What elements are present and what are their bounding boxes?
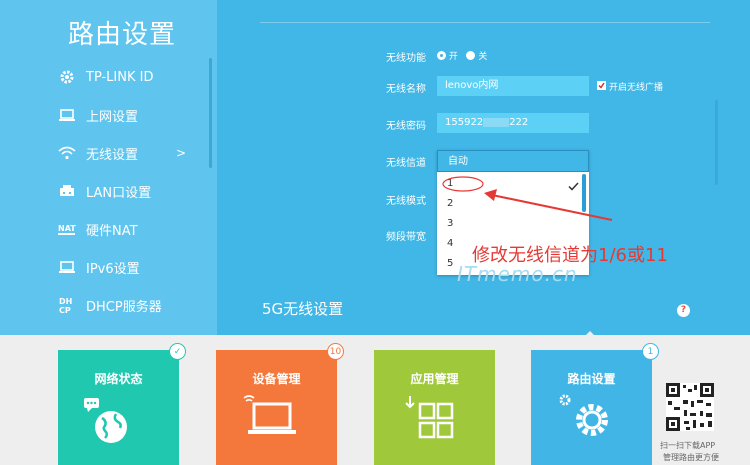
top-panel: 路由设置 TP-LINK ID 上网设置 无线设置 > LAN口设置 NAT 硬… — [0, 0, 750, 335]
annotation-overlay — [442, 176, 613, 221]
highlight-circle — [442, 176, 484, 192]
gear-icon — [557, 392, 617, 446]
qr-caption: 扫一扫下载APP 管理路由更方便 — [660, 440, 740, 464]
card-network-status[interactable]: 网络状态 ✓ — [58, 343, 186, 465]
help-icon[interactable]: ? — [677, 304, 690, 317]
main-scrollbar[interactable] — [715, 100, 718, 185]
arrow-head — [484, 189, 497, 201]
laptop-icon — [242, 394, 304, 446]
badge-count: 1 — [642, 343, 659, 360]
qr-code — [666, 383, 714, 431]
badge-count: 10 — [327, 343, 344, 360]
card-label: 设备管理 — [252, 372, 301, 386]
annotation-arrow — [491, 194, 613, 221]
globe-icon — [84, 398, 132, 450]
qr-caption-line2: 管理路由更方便 — [663, 453, 719, 462]
apps-grid-icon — [404, 396, 460, 446]
badge-check: ✓ — [169, 343, 186, 360]
active-pointer — [583, 331, 597, 338]
card-label: 网络状态 — [94, 372, 143, 386]
qr-caption-line1: 扫一扫下载APP — [660, 441, 716, 450]
card-device-management[interactable]: 设备管理 10 — [216, 343, 344, 465]
watermark: ITmemo.cn — [457, 262, 578, 286]
card-app-management[interactable]: 应用管理 — [374, 350, 495, 465]
card-label: 路由设置 — [567, 372, 616, 386]
card-router-settings[interactable]: 路由设置 1 — [531, 343, 659, 465]
card-label: 应用管理 — [410, 372, 459, 386]
section-5g-title: 5G无线设置 — [262, 300, 344, 318]
